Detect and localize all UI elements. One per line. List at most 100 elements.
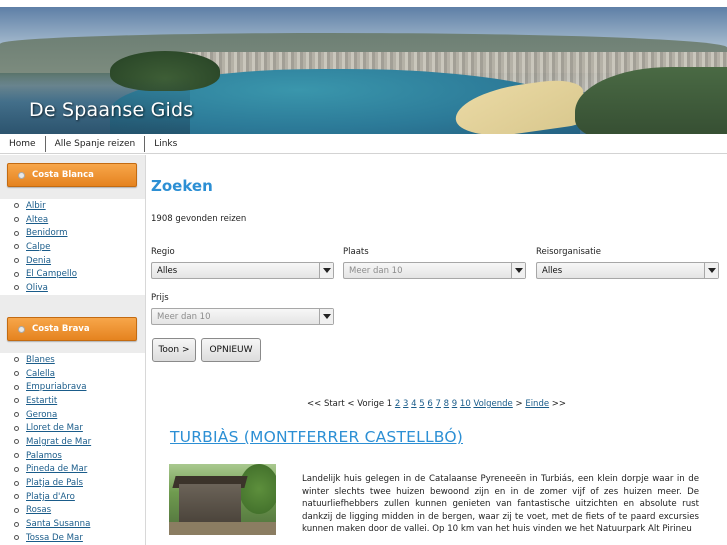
opnieuw-button[interactable]: OPNIEUW (201, 338, 261, 362)
place-link[interactable]: Lloret de Mar (26, 423, 83, 433)
list-item: Calella (0, 367, 145, 381)
bullet-icon (14, 398, 19, 404)
pagination-page[interactable]: 8 (444, 399, 449, 409)
pagination-page[interactable]: 2 (395, 399, 400, 409)
list-item: Denia (0, 254, 145, 268)
plaats-select[interactable]: Meer dan 10 (343, 262, 526, 279)
bullet-icon (14, 384, 19, 390)
place-link[interactable]: Estartit (26, 396, 57, 406)
sidebar: Costa Blanca Albir Altea Benidorm Calpe … (0, 155, 146, 545)
reisorganisatie-select[interactable]: Alles (536, 262, 719, 279)
chevron-down-icon (704, 263, 718, 278)
prijs-label: Prijs (151, 293, 169, 303)
region-button-costa-blanca[interactable]: Costa Blanca (7, 163, 137, 187)
place-link[interactable]: El Campello (26, 269, 77, 279)
pagination-start-prev[interactable]: << Start < Vorige (307, 399, 384, 409)
regio-label: Regio (151, 247, 175, 257)
list-item: Rosas (0, 504, 145, 518)
pagination-page[interactable]: 5 (419, 399, 424, 409)
bullet-icon (14, 203, 19, 209)
place-link[interactable]: Platja de Pals (26, 478, 83, 488)
region-label: Costa Brava (32, 324, 90, 334)
list-item: Malgrat de Mar (0, 435, 145, 449)
pagination-next[interactable]: Volgende (473, 399, 512, 409)
site-title[interactable]: De Spaanse Gids (29, 99, 193, 121)
region-bullet-icon (18, 171, 25, 179)
nav-alle-spanje-reizen[interactable]: Alle Spanje reizen (46, 134, 145, 154)
bullet-icon (14, 244, 19, 250)
pagination-page[interactable]: 9 (452, 399, 457, 409)
pagination-current: 1 (386, 399, 393, 409)
pagination-end-sep: >> (551, 399, 567, 409)
place-link[interactable]: Malgrat de Mar (26, 437, 91, 447)
result-count: 1908 gevonden reizen (151, 214, 247, 224)
reisorganisatie-select-value: Alles (542, 265, 563, 276)
photo-house (179, 484, 241, 524)
pagination-page[interactable]: 7 (436, 399, 441, 409)
regio-select[interactable]: Alles (151, 262, 334, 279)
nav-links[interactable]: Links (145, 134, 186, 154)
main-content: Zoeken 1908 gevonden reizen Regio Alles … (147, 155, 727, 545)
place-link[interactable]: Empuriabrava (26, 382, 87, 392)
plaats-select-value: Meer dan 10 (349, 265, 403, 276)
place-link[interactable]: Oliva (26, 283, 48, 293)
bullet-icon (14, 507, 19, 513)
place-link[interactable]: Palamos (26, 451, 62, 461)
photo-ground (169, 522, 276, 535)
place-link[interactable]: Santa Susanna (26, 519, 90, 529)
pagination-page[interactable]: 3 (403, 399, 408, 409)
place-link[interactable]: Platja d'Aro (26, 492, 75, 502)
listing-description: Landelijk huis gelegen in de Catalaanse … (302, 474, 699, 535)
list-item: Santa Susanna (0, 517, 145, 531)
region-places-list: Blanes Calella Empuriabrava Estartit Ger… (0, 353, 145, 545)
pagination-end[interactable]: Einde (525, 399, 549, 409)
nav-home[interactable]: Home (0, 134, 45, 154)
prijs-select[interactable]: Meer dan 10 (151, 308, 334, 325)
bullet-icon (14, 357, 19, 363)
bullet-icon (14, 453, 19, 459)
place-link[interactable]: Altea (26, 215, 48, 225)
place-link[interactable]: Rosas (26, 505, 51, 515)
pagination-page[interactable]: 10 (460, 399, 471, 409)
bullet-icon (14, 371, 19, 377)
chevron-down-icon (319, 309, 333, 324)
toon-button[interactable]: Toon > (152, 338, 196, 362)
list-item: Oliva (0, 281, 145, 295)
bullet-icon (14, 439, 19, 445)
place-link[interactable]: Pineda de Mar (26, 464, 87, 474)
pagination-next-sep: > (515, 399, 523, 409)
list-item: Benidorm (0, 226, 145, 240)
bullet-icon (14, 425, 19, 431)
list-item: Palamos (0, 449, 145, 463)
list-item: Empuriabrava (0, 380, 145, 394)
region-bullet-icon (18, 325, 25, 333)
pagination-page[interactable]: 4 (411, 399, 416, 409)
place-link[interactable]: Benidorm (26, 228, 67, 238)
place-link[interactable]: Tossa De Mar (26, 533, 83, 543)
list-item: Platja d'Aro (0, 490, 145, 504)
place-link[interactable]: Denia (26, 256, 51, 266)
listing-title-link[interactable]: TURBIÀS (MONTFERRER CASTELLBÓ) (170, 428, 463, 446)
place-link[interactable]: Albir (26, 201, 46, 211)
prijs-select-value: Meer dan 10 (157, 311, 211, 322)
place-link[interactable]: Blanes (26, 355, 55, 365)
listing-photo[interactable] (169, 464, 276, 535)
bullet-icon (14, 480, 19, 486)
place-link[interactable]: Gerona (26, 410, 57, 420)
bullet-icon (14, 258, 19, 264)
list-item: Lloret de Mar (0, 421, 145, 435)
list-item: Platja de Pals (0, 476, 145, 490)
pagination-page[interactable]: 6 (427, 399, 432, 409)
list-item: Blanes (0, 353, 145, 367)
region-button-costa-brava[interactable]: Costa Brava (7, 317, 137, 341)
list-item: Pineda de Mar (0, 463, 145, 477)
bullet-icon (14, 271, 19, 277)
list-item: Albir (0, 199, 145, 213)
reisorganisatie-label: Reisorganisatie (536, 247, 602, 257)
place-link[interactable]: Calpe (26, 242, 50, 252)
place-link[interactable]: Calella (26, 369, 55, 379)
bullet-icon (14, 412, 19, 418)
page-title: Zoeken (151, 177, 213, 195)
chevron-down-icon (511, 263, 525, 278)
regio-select-value: Alles (157, 265, 178, 276)
